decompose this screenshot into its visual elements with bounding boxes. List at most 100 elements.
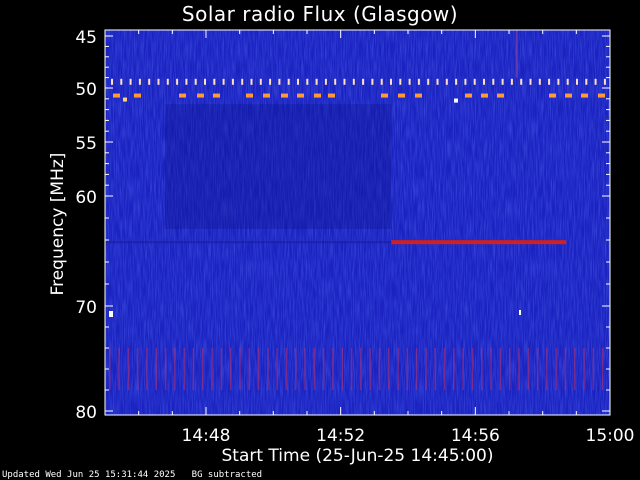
band-stripe	[490, 348, 492, 390]
band-stripe	[518, 348, 520, 390]
band-stripe	[397, 348, 399, 390]
interference-dot	[417, 78, 420, 85]
interference-dot	[464, 78, 467, 85]
band-stripe	[508, 348, 511, 390]
spectrogram-chart: 45 50 55 60 70 80 14:48 14:52 14:56 15:00	[75, 28, 635, 446]
band-stripe	[192, 348, 195, 390]
band-stripe	[248, 348, 250, 390]
band-stripe	[378, 348, 381, 390]
band-stripe	[109, 348, 111, 390]
band-stripe	[276, 348, 278, 390]
interference-dot	[222, 78, 225, 85]
interference-dot	[399, 78, 402, 85]
interference-blob	[581, 93, 588, 98]
y-tick-label: 80	[75, 403, 97, 423]
y-tick-label: 50	[75, 80, 97, 100]
band-stripe	[257, 348, 260, 390]
interference-dot	[436, 78, 439, 85]
chart-title: Solar radio Flux (Glasgow)	[181, 2, 459, 26]
band-stripe	[322, 348, 325, 390]
band-stripe	[499, 348, 502, 390]
interference-dot	[129, 78, 132, 85]
band-stripe	[536, 348, 539, 390]
band-stripe	[415, 348, 418, 390]
x-tick-label: 15:00	[586, 426, 635, 446]
interference-dot	[445, 78, 448, 85]
interference-dot	[297, 78, 299, 85]
interference-dot	[306, 78, 309, 85]
interference-dot	[576, 78, 578, 85]
interference-blob	[481, 93, 488, 98]
band-stripe	[462, 348, 464, 390]
x-axis-label: Start Time (25-Jun-25 14:45:00)	[221, 446, 494, 466]
interference-blob	[454, 98, 458, 103]
x-tick-label: 14:52	[316, 426, 365, 446]
band-stripe	[332, 348, 334, 390]
band-stripe	[341, 348, 343, 390]
emission-band	[391, 240, 567, 245]
band-stripe	[564, 348, 567, 390]
interference-dot	[343, 78, 346, 85]
band-stripe	[313, 348, 316, 390]
interference-blob	[246, 93, 253, 98]
band-stripe	[239, 348, 241, 390]
band-stripe	[453, 348, 455, 390]
interference-dot	[473, 78, 476, 85]
interference-dot	[520, 78, 523, 85]
vertical-streak	[515, 30, 518, 78]
interference-dot	[371, 78, 374, 85]
dark-region	[165, 104, 392, 229]
interference-dot	[138, 78, 141, 85]
y-tick-label: 70	[75, 298, 97, 318]
interference-dot	[585, 78, 588, 85]
x-tick-label: 14:56	[451, 426, 500, 446]
interference-dot	[231, 78, 234, 85]
interference-blob	[297, 93, 304, 98]
interference-dot	[204, 78, 206, 85]
band-stripe	[267, 348, 269, 390]
band-stripe	[574, 348, 576, 390]
interference-blob	[314, 93, 321, 98]
interference-blob	[398, 93, 405, 98]
bg-note: BG subtracted	[191, 470, 263, 480]
interference-dot	[538, 78, 541, 85]
interference-dot	[501, 78, 504, 85]
interference-blob	[179, 93, 186, 98]
band-stripe	[388, 348, 390, 390]
interference-dot	[408, 78, 411, 85]
interference-dot	[259, 78, 262, 85]
band-stripe	[425, 348, 427, 390]
interference-dot	[315, 78, 318, 85]
interference-dot	[278, 78, 281, 85]
band-stripe	[183, 348, 185, 390]
y-axis-label: Frequency [MHz]	[48, 152, 68, 296]
interference-dot	[510, 78, 513, 85]
interference-dot	[324, 78, 327, 85]
interference-blob	[565, 93, 572, 98]
band-stripe	[229, 348, 232, 390]
interference-dot	[176, 78, 179, 85]
marker	[519, 310, 521, 315]
band-stripe	[304, 348, 306, 390]
interference-dot	[529, 78, 532, 85]
interference-dot	[287, 78, 290, 85]
band-stripe	[220, 348, 223, 390]
y-tick-label: 45	[75, 28, 97, 48]
band-stripe	[295, 348, 297, 390]
interference-dot	[352, 78, 355, 85]
x-tick-label: 14:48	[182, 426, 231, 446]
interference-dot	[594, 78, 597, 85]
interference-blob	[497, 93, 504, 98]
band-stripe	[434, 348, 436, 390]
interference-blob	[549, 93, 556, 98]
interference-dot	[455, 78, 458, 85]
interference-dot	[390, 78, 392, 85]
band-stripe	[155, 348, 157, 390]
interference-dot	[548, 78, 551, 85]
footer: Updated Wed Jun 25 15:31:44 2025 BG subt…	[2, 470, 262, 480]
interference-blob	[381, 93, 388, 98]
interference-blob	[123, 97, 127, 102]
interference-dot	[185, 78, 188, 85]
interference-dot	[148, 78, 151, 85]
band-stripe	[211, 348, 213, 390]
